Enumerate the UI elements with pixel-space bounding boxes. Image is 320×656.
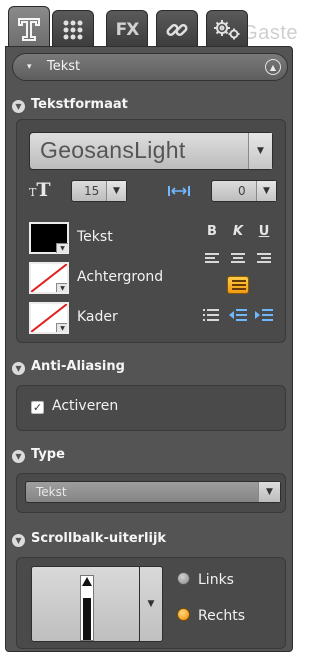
properties-panel: ▾ Tekst ▲ ▼ Tekstformaat GeosansLight ▼ T… — [5, 46, 293, 652]
expand-arrow-icon[interactable]: ▼ — [12, 100, 25, 113]
letter-spacing-icon — [168, 186, 190, 196]
radio-links-button[interactable] — [177, 572, 190, 585]
align-justify-button[interactable] — [227, 276, 249, 294]
align-right-icon — [257, 253, 271, 265]
chevron-down-icon: ▼ — [257, 146, 264, 156]
tekst-header-bar[interactable]: ▾ Tekst ▲ — [12, 53, 288, 81]
underline-button[interactable]: U — [255, 224, 273, 239]
activeren-label: Activeren — [52, 398, 119, 414]
font-size-value: 15 — [84, 184, 100, 198]
activeren-checkbox-row[interactable]: ✓ Activeren — [31, 398, 118, 414]
anti-aliasing-box: ✓ Activeren — [16, 385, 286, 431]
tab-text[interactable] — [8, 6, 50, 50]
panel-title: Tekst — [47, 59, 81, 74]
link-icon — [166, 23, 188, 36]
radio-rechts-button[interactable] — [177, 608, 190, 621]
scrollbar-dropdown-button[interactable]: ▼ — [139, 566, 163, 642]
activeren-checkbox[interactable]: ✓ — [31, 401, 44, 414]
chevron-down-icon: ▼ — [56, 243, 68, 253]
section-type-header[interactable]: ▼ Type — [12, 447, 65, 463]
text-icon — [18, 17, 40, 41]
font-select[interactable]: GeosansLight ▼ — [29, 132, 273, 170]
collapse-caret-icon[interactable]: ▾ — [27, 62, 32, 72]
chevron-down-icon: ▼ — [147, 599, 155, 609]
text-color-row: ▼ Tekst — [29, 222, 179, 254]
tab-settings[interactable] — [206, 10, 248, 48]
section-scrollbar-header[interactable]: ▼ Scrollbalk-uiterlijk — [12, 531, 166, 547]
align-center-icon — [231, 253, 245, 265]
radio-links-label: Links — [198, 572, 234, 588]
border-color-label: Kader — [77, 309, 118, 325]
chevron-down-icon: ▼ — [113, 186, 120, 196]
section-title: Anti-Aliasing — [31, 359, 125, 374]
background-color-label: Achtergrond — [77, 269, 164, 285]
radio-rechts[interactable]: Rechts — [177, 608, 245, 624]
bold-button[interactable]: B — [203, 224, 221, 239]
text-color-label: Tekst — [77, 229, 113, 245]
type-box: Tekst ▼ — [16, 473, 286, 513]
radio-rechts-label: Rechts — [198, 608, 246, 624]
font-size-dropdown-button[interactable]: ▼ — [106, 181, 126, 201]
background-color-swatch[interactable]: ▼ — [29, 262, 69, 294]
type-select[interactable]: Tekst ▼ — [25, 481, 281, 503]
radio-links[interactable]: Links — [177, 572, 234, 588]
font-dropdown-button[interactable]: ▼ — [248, 133, 272, 169]
tab-bar: FX — [8, 6, 296, 50]
grid-icon — [63, 20, 83, 39]
spacing-value: 0 — [238, 184, 246, 198]
border-color-row: ▼ Kader — [29, 302, 179, 334]
outdent-icon[interactable] — [229, 308, 247, 322]
section-tekstformaat-header[interactable]: ▼ Tekstformaat — [12, 97, 128, 113]
italic-button[interactable]: K — [229, 224, 247, 239]
chevron-down-icon: ▼ — [263, 186, 270, 196]
chevron-down-icon: ▼ — [266, 487, 273, 497]
circle-up-icon[interactable]: ▲ — [265, 59, 281, 75]
expand-arrow-icon[interactable]: ▼ — [12, 450, 25, 463]
font-size-field[interactable]: 15 ▼ — [71, 180, 127, 202]
bullet-list-icon[interactable] — [203, 308, 221, 322]
tab-grid[interactable] — [52, 10, 94, 48]
tab-fx[interactable]: FX — [106, 10, 148, 48]
tab-link[interactable] — [156, 10, 198, 48]
align-center-button[interactable] — [227, 250, 249, 268]
chevron-down-icon: ▼ — [56, 323, 67, 332]
text-color-swatch[interactable]: ▼ — [29, 222, 69, 254]
section-title: Scrollbalk-uiterlijk — [31, 531, 167, 546]
spacing-dropdown-button[interactable]: ▼ — [256, 181, 276, 201]
fx-label: FX — [115, 19, 140, 40]
indent-icon[interactable] — [255, 308, 273, 322]
align-left-icon — [205, 253, 219, 265]
gears-icon — [214, 19, 240, 39]
expand-arrow-icon[interactable]: ▼ — [12, 362, 25, 375]
type-dropdown-button[interactable]: ▼ — [258, 482, 280, 502]
expand-arrow-icon[interactable]: ▼ — [12, 534, 25, 547]
font-value: GeosansLight — [40, 137, 186, 163]
chevron-down-icon: ▼ — [56, 283, 67, 292]
font-size-icon: TT — [29, 179, 51, 201]
tekstformaat-box: GeosansLight ▼ TT 15 ▼ 0 ▼ ▼ Tekst ▼ Ach… — [16, 119, 286, 343]
scrollbar-box: ▼ Links Rechts — [16, 557, 286, 649]
border-color-swatch[interactable]: ▼ — [29, 302, 69, 334]
scrollbar-preview-select[interactable]: ▼ — [31, 566, 163, 642]
type-value: Tekst — [36, 485, 67, 499]
background-color-row: ▼ Achtergrond — [29, 262, 179, 294]
size-row: TT 15 ▼ 0 ▼ — [29, 177, 277, 205]
align-justify-icon — [232, 280, 246, 292]
align-left-button[interactable] — [201, 250, 223, 268]
spacing-field[interactable]: 0 ▼ — [211, 180, 277, 202]
align-right-button[interactable] — [253, 250, 275, 268]
section-title: Tekstformaat — [31, 97, 128, 112]
section-anti-aliasing-header[interactable]: ▼ Anti-Aliasing — [12, 359, 125, 375]
section-title: Type — [31, 447, 65, 462]
scrollbar-preview-icon — [80, 575, 94, 641]
